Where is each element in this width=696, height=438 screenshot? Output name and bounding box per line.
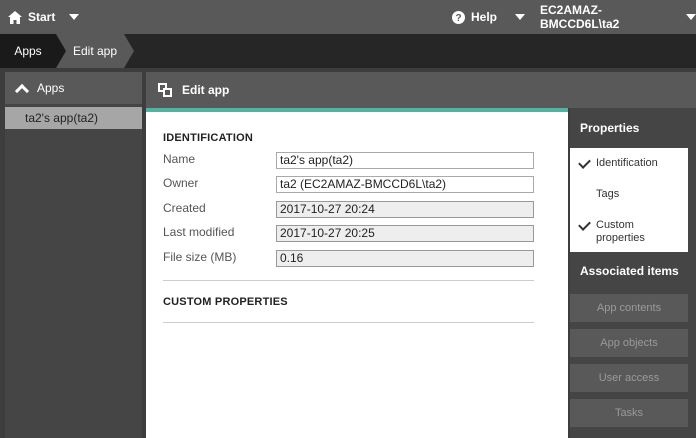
identification-title: IDENTIFICATION	[163, 132, 253, 144]
created-label: Created	[163, 201, 206, 215]
breadcrumb: Edit app Apps	[0, 34, 696, 68]
property-label: Custom properties	[596, 219, 645, 244]
start-menu-button[interactable]: Start	[8, 0, 80, 34]
owner-label: Owner	[163, 176, 199, 190]
sidebar-item-label: ta2's app(ta2)	[25, 111, 99, 125]
app-contents-button[interactable]: App contents	[570, 294, 688, 322]
check-icon	[578, 219, 590, 231]
property-custom-properties[interactable]: Custom properties	[578, 219, 678, 245]
created-field: 2017-10-27 20:24	[276, 201, 534, 218]
custom-properties-title: CUSTOM PROPERTIES	[163, 296, 288, 308]
top-bar: Start ? Help EC2AMAZ-BMCCD6L\ta2	[0, 0, 696, 34]
help-label: Help	[471, 10, 498, 24]
user-label: EC2AMAZ-BMCCD6L\ta2	[540, 3, 620, 31]
user-access-button[interactable]: User access	[570, 364, 688, 392]
svg-text:?: ?	[455, 13, 461, 24]
breadcrumb-label: Edit app	[73, 44, 118, 58]
app-objects-button[interactable]: App objects	[570, 329, 688, 357]
property-identification[interactable]: Identification	[578, 157, 658, 170]
last-modified-label: Last modified	[163, 225, 235, 239]
home-icon	[8, 10, 22, 24]
start-label: Start	[28, 10, 56, 24]
breadcrumb-edit-app[interactable]: Edit app	[56, 34, 134, 68]
edit-app-icon	[158, 83, 172, 97]
section-divider	[163, 322, 534, 323]
page-title: Edit app	[182, 83, 230, 97]
associated-items-title: Associated items	[580, 264, 679, 278]
name-label: Name	[163, 152, 196, 166]
properties-panel: Properties Identification Tags Custom pr…	[570, 108, 696, 438]
file-size-label: File size (MB)	[163, 250, 237, 264]
tasks-button[interactable]: Tasks	[570, 399, 688, 427]
breadcrumb-apps[interactable]: Apps	[0, 34, 66, 68]
chevron-up-icon	[14, 83, 30, 98]
apps-sidebar: Apps ta2's app(ta2)	[5, 72, 142, 438]
properties-list: Identification Tags Custom properties	[570, 148, 688, 252]
file-size-field: 0.16	[276, 250, 534, 267]
property-label: Identification	[596, 157, 658, 169]
help-icon: ?	[452, 10, 465, 24]
breadcrumb-label: Apps	[14, 44, 42, 58]
sidebar-item-app[interactable]: ta2's app(ta2)	[5, 107, 142, 129]
edit-app-header: Edit app	[146, 72, 696, 108]
user-menu-button[interactable]: EC2AMAZ-BMCCD6L\ta2	[540, 0, 696, 34]
property-label: Tags	[596, 188, 620, 200]
property-tags[interactable]: Tags	[578, 188, 619, 201]
sidebar-header-label: Apps	[37, 81, 65, 95]
name-field[interactable]: ta2's app(ta2)	[276, 152, 534, 169]
last-modified-field: 2017-10-27 20:25	[276, 225, 534, 242]
owner-field[interactable]: ta2 (EC2AMAZ-BMCCD6L\ta2)	[276, 176, 534, 193]
apps-sidebar-header[interactable]: Apps	[5, 72, 142, 104]
chevron-down-icon	[686, 14, 696, 20]
chevron-down-icon	[515, 14, 526, 20]
chevron-down-icon	[69, 14, 80, 20]
help-menu-button[interactable]: ? Help	[452, 0, 526, 34]
check-icon	[578, 157, 590, 169]
edit-form: IDENTIFICATION Name ta2's app(ta2) Owner…	[146, 112, 568, 438]
properties-title: Properties	[580, 121, 640, 135]
section-divider	[163, 280, 534, 281]
